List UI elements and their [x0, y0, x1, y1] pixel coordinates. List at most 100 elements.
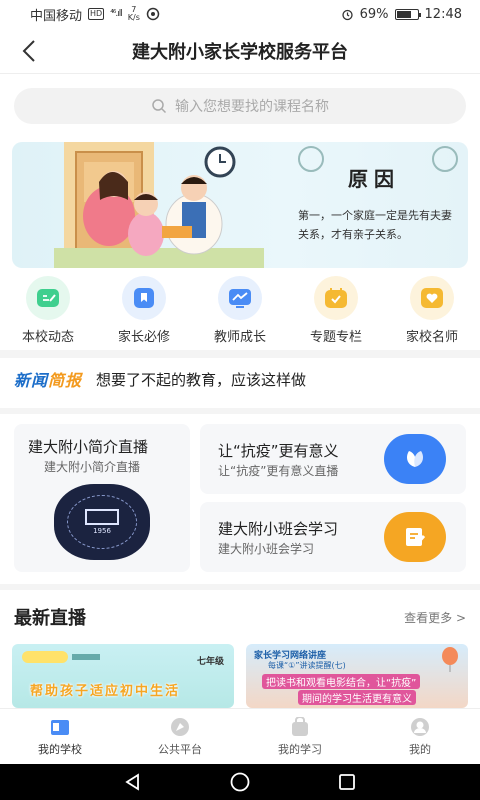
tab-label: 我的 — [409, 742, 431, 756]
banner-carousel[interactable]: 原因 第一，一个家庭一定是先有夫妻关系，才有亲子关系。 — [12, 142, 468, 268]
chart-icon — [229, 289, 251, 308]
category-label: 本校动态 — [21, 330, 74, 345]
category-school-news[interactable]: 本校动态 — [0, 276, 96, 346]
thumbnail-subtitle: 每课“①”讲读提醒(七) — [268, 661, 346, 670]
status-bar: 中国移动 HD ⁴⁶.ıll 7 K/s 69% 12:48 — [0, 0, 480, 28]
live-thumbnail[interactable]: 家长学习网络讲座 每课“①”讲读提醒(七) 把读书和观看电影结合，让“抗疫” 期… — [246, 644, 468, 708]
clock: 12:48 — [424, 6, 462, 22]
card-class-meeting[interactable]: 建大附小班会学习 建大附小班会学习 — [200, 502, 466, 572]
category-parent-required[interactable]: 家长必修 — [96, 276, 192, 346]
banner-title-box: 原因 — [304, 160, 444, 194]
tab-label: 我的学习 — [278, 742, 322, 756]
news-logo-a: 新闻 — [14, 371, 49, 390]
section-divider — [0, 584, 480, 590]
network-speed: 7 K/s — [128, 6, 140, 22]
live-thumbnail[interactable]: 七年级 帮助孩子适应初中生活 — [12, 644, 234, 708]
note-icon — [406, 528, 426, 546]
view-more-link[interactable]: 查看更多 > — [404, 609, 466, 626]
edit-icon — [37, 289, 59, 307]
user-icon — [411, 717, 429, 736]
category-icon-bg — [26, 276, 70, 320]
news-headline: 想要了不起的教育，应该这样做 — [96, 370, 307, 389]
card-icon-bg — [384, 512, 446, 562]
thumbnail-caption: 帮助孩子适应初中生活 — [30, 684, 181, 699]
card-title: 让“抗疫”更有意义 — [218, 442, 339, 460]
bookmark-icon — [134, 288, 154, 308]
banner-text: 第一，一个家庭一定是先有夫妻关系，才有亲子关系。 — [298, 209, 452, 241]
school-emblem: 1956 — [54, 484, 150, 560]
card-covid-live[interactable]: 让“抗疫”更有意义 让“抗疫”更有意义直播 — [200, 424, 466, 494]
balloon-icon — [442, 647, 458, 672]
heart-icon — [421, 288, 443, 308]
network-speed-unit: K/s — [127, 13, 140, 22]
family-illustration — [54, 142, 264, 268]
card-icon-bg — [384, 434, 446, 484]
signal-icon: ⁴⁶.ıll — [110, 9, 123, 19]
news-logo: 新闻简报 — [14, 367, 82, 391]
leaf-icon — [407, 451, 423, 467]
news-ticker[interactable]: 新闻简报 想要了不起的教育，应该这样做 — [14, 362, 466, 396]
tab-me[interactable]: 我的 — [360, 709, 480, 764]
tab-public-platform[interactable]: 公共平台 — [120, 709, 240, 764]
battery-percent: 69% — [359, 6, 389, 22]
tab-my-school[interactable]: 我的学校 — [0, 709, 120, 764]
school-emblem-content: 1956 — [85, 509, 119, 535]
card-subtitle: 让“抗疫”更有意义直播 — [218, 464, 339, 478]
compass-icon — [171, 717, 189, 736]
search-bar[interactable]: 输入您想要找的课程名称 — [14, 88, 466, 124]
category-label: 教师成长 — [213, 330, 266, 345]
page-title: 建大附小家长学校服务平台 — [132, 41, 348, 63]
system-navigation-bar — [0, 764, 480, 800]
tab-label: 公共平台 — [158, 742, 202, 756]
recents-square-icon[interactable] — [337, 772, 357, 792]
bottom-tab-bar: 我的学校 公共平台 我的学习 我的 — [0, 708, 480, 764]
section-divider — [0, 350, 480, 358]
alarm-icon — [341, 9, 353, 20]
school-icon — [51, 719, 69, 735]
category-icon-bg — [122, 276, 166, 320]
card-subtitle: 建大附小简介直播 — [44, 460, 141, 474]
building-icon — [85, 509, 119, 525]
section-title: 最新直播 — [14, 608, 86, 629]
category-icon-bg — [410, 276, 454, 320]
battery-icon — [394, 8, 421, 20]
card-subtitle: 建大附小班会学习 — [218, 542, 315, 556]
carrier-name: 中国移动 — [30, 8, 83, 24]
search-icon — [152, 99, 167, 114]
category-icon-bg — [218, 276, 262, 320]
status-right: 69% 12:48 — [341, 7, 462, 22]
logo-badge-icon — [22, 651, 100, 663]
news-logo-b: 简报 — [48, 371, 83, 390]
back-triangle-icon[interactable] — [123, 772, 143, 792]
banner-title: 原因 — [348, 166, 400, 191]
thumbnail-caption-line1: 把读书和观看电影结合，让“抗疫” — [262, 674, 421, 689]
category-special-column[interactable]: 专题专栏 — [288, 276, 384, 346]
category-label: 家长必修 — [117, 330, 170, 345]
tab-my-learning[interactable]: 我的学习 — [240, 709, 360, 764]
grade-label: 七年级 — [196, 657, 224, 667]
notification-icon — [146, 7, 160, 21]
section-divider — [0, 408, 480, 414]
home-circle-icon[interactable] — [229, 771, 251, 793]
chevron-left-icon — [22, 40, 35, 62]
category-teacher-growth[interactable]: 教师成长 — [192, 276, 288, 346]
tab-label: 我的学校 — [38, 742, 82, 756]
battery-fill — [396, 10, 411, 18]
category-famous-teachers[interactable]: 家校名师 — [384, 276, 480, 346]
bag-icon — [292, 716, 308, 736]
card-title: 建大附小班会学习 — [218, 520, 339, 538]
status-left: 中国移动 HD ⁴⁶.ıll 7 K/s — [30, 5, 160, 24]
back-button[interactable] — [14, 36, 44, 66]
category-icon-bg — [314, 276, 358, 320]
thumbnail-caption-line2: 期间的学习生活更有意义 — [298, 690, 416, 705]
card-school-intro-live[interactable]: 建大附小简介直播 建大附小简介直播 1956 — [14, 424, 190, 572]
search-placeholder: 输入您想要找的课程名称 — [175, 99, 329, 115]
emblem-year: 1956 — [93, 527, 111, 535]
category-label: 家校名师 — [405, 330, 458, 345]
card-title: 建大附小简介直播 — [28, 438, 149, 456]
category-grid: 本校动态 家长必修 教师成长 专题专栏 家校名师 — [0, 276, 480, 346]
hd-badge: HD — [88, 8, 105, 20]
calendar-icon — [325, 288, 347, 308]
category-label: 专题专栏 — [309, 330, 362, 345]
school-emblem-inner: 1956 — [67, 495, 137, 549]
